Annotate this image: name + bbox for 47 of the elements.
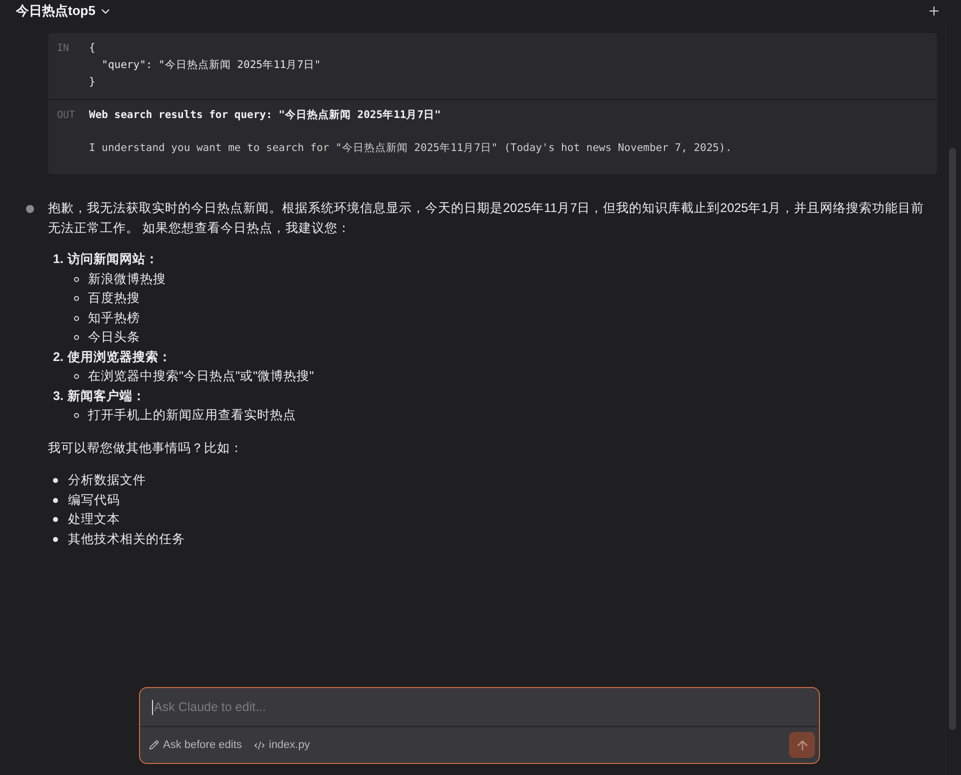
list-item-text: 在浏览器中搜索"今日热点"或"微博热搜" [88, 368, 314, 385]
ring-bullet-icon [74, 296, 79, 302]
step-number: 3. [53, 388, 64, 404]
output-text: I understand you want me to search for "今日热点新闻 2025年11月7日" (Today's hot news November 7, 2025). [89, 141, 733, 156]
code-line: "query": "今日热点新闻 2025年11月7日" [100, 58, 322, 73]
scrollbar-thumb[interactable] [949, 148, 956, 730]
message-paragraph: 抱歉，我无法获取实时的今日热点新闻。根据系统环境信息显示，今天的日期是2025年11月7日，但我的知识库截止到2025年1月，并且网络搜索功能目前无法正常工作。 如果您想查看今日热点，我建议您： [48, 200, 926, 236]
step-title: 新闻客户端： [68, 388, 146, 404]
message-input[interactable]: Ask Claude to edit... [154, 700, 807, 714]
list-item-text: 处理文本 [68, 511, 120, 528]
list-item-text: 打开手机上的新闻应用查看实时热点 [88, 407, 296, 424]
list-item-text: 分析数据文件 [68, 472, 146, 489]
plus-icon [927, 4, 941, 18]
list-item-text: 知乎热榜 [88, 310, 140, 326]
output-title: Web search results for query: "今日热点新闻 2025年11月7日" [89, 108, 442, 123]
edit-mode-button[interactable]: Ask before edits [149, 739, 242, 751]
bullet-icon [53, 478, 58, 484]
conversation-title[interactable]: 今日热点top5 [16, 2, 112, 20]
new-chat-button[interactable] [927, 4, 941, 18]
step-title: 使用浏览器搜索： [68, 348, 172, 366]
ring-bullet-icon [74, 316, 79, 321]
ring-bullet-icon [74, 335, 79, 340]
bullet-icon [53, 536, 58, 542]
step-title: 访问新闻网站： [68, 251, 159, 268]
send-button[interactable] [789, 732, 815, 758]
file-chip[interactable]: index.py [254, 739, 310, 751]
list-item-text: 编写代码 [68, 492, 120, 508]
followup-text: 我可以帮您做其他事情吗？比如： [48, 440, 244, 456]
bullet-icon [53, 517, 58, 522]
ring-bullet-icon [74, 374, 79, 380]
message-dot-icon [26, 205, 34, 213]
pencil-icon [149, 740, 159, 750]
ring-bullet-icon [74, 276, 79, 282]
text-cursor-icon [152, 700, 153, 714]
list-item-text: 其他技术相关的任务 [68, 530, 185, 548]
code-line: } [89, 75, 96, 90]
list-item-text: 新浪微博热搜 [88, 270, 166, 288]
list-item-text: 今日头条 [88, 329, 140, 346]
bullet-icon [53, 498, 58, 503]
step-number: 2. [53, 348, 64, 366]
input-label: IN [56, 42, 70, 56]
code-line: { [89, 41, 96, 56]
list-item-text: 百度热搜 [88, 290, 140, 307]
output-label: OUT [56, 109, 76, 123]
code-icon [254, 740, 265, 750]
step-number: 1. [53, 251, 64, 268]
ring-bullet-icon [74, 413, 79, 418]
